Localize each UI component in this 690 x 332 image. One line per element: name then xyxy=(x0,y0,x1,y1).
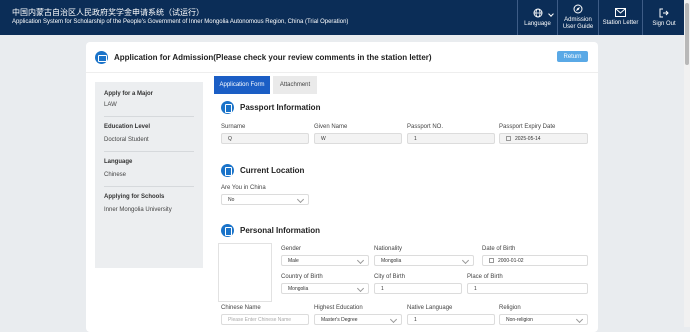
place-birth-field[interactable]: 1 xyxy=(467,283,588,294)
passport-section-title: Passport Information xyxy=(240,103,321,112)
education-value: Master's Degree xyxy=(321,316,358,323)
education-level-value: Doctoral Student xyxy=(104,137,149,143)
mail-icon xyxy=(615,8,626,17)
chinese-name-placeholder: Please Enter Chinese Name xyxy=(228,316,292,323)
surname-label: Surname xyxy=(221,124,246,130)
personal-section-title: Personal Information xyxy=(240,226,321,235)
in-china-value: No xyxy=(228,196,235,203)
city-birth-value: 1 xyxy=(381,285,384,292)
passport-no-field[interactable]: 1 xyxy=(407,133,495,144)
system-title-en: Application System for Scholarship of th… xyxy=(12,19,349,25)
divider xyxy=(104,116,194,117)
gender-value: Male xyxy=(288,257,299,264)
place-birth-label: Place of Birth xyxy=(467,274,503,280)
photo-upload[interactable] xyxy=(218,243,272,302)
gender-label: Gender xyxy=(281,246,302,252)
title-divider xyxy=(86,72,598,73)
language-label: Language xyxy=(524,20,551,27)
chevron-down-icon xyxy=(356,256,365,265)
guide-label-1: Admission xyxy=(564,17,592,23)
surname-field[interactable]: Q xyxy=(221,133,309,144)
chevron-down-icon xyxy=(461,256,470,265)
tab-application-form[interactable]: Application Form xyxy=(214,76,270,94)
personal-icon xyxy=(221,224,234,237)
language-value: Chinese xyxy=(104,172,127,178)
calendar-icon xyxy=(489,258,494,263)
major-label: Apply for a Major xyxy=(104,91,154,97)
top-header: 中国内蒙古自治区人民政府奖学金申请系统（试运行） Application Sys… xyxy=(0,0,684,35)
guide-label-2: User Guide xyxy=(562,24,594,30)
location-icon xyxy=(221,164,234,177)
sign-out-button[interactable]: Sign Out xyxy=(642,0,685,35)
chevron-down-icon xyxy=(575,315,584,324)
page-title: Application for Admission(Please check y… xyxy=(114,53,432,62)
native-language-label: Native Language xyxy=(407,305,453,311)
given-name-value: W xyxy=(321,135,326,142)
schools-label: Applying for Schools xyxy=(104,194,165,200)
passport-no-label: Passport NO. xyxy=(407,124,444,130)
education-label: Highest Education xyxy=(314,305,363,311)
passport-no-value: 1 xyxy=(414,135,417,142)
user-guide-button[interactable]: Admission User Guide xyxy=(557,0,598,35)
education-level-label: Education Level xyxy=(104,124,151,130)
native-language-field[interactable]: 1 xyxy=(407,314,495,325)
schools-value: Inner Mongolia University xyxy=(104,207,172,213)
sidebar-summary: Apply for a Major LAW Education Level Do… xyxy=(95,82,203,268)
passport-expiry-label: Passport Expiry Date xyxy=(499,124,556,130)
page-scrollbar[interactable] xyxy=(684,0,690,327)
tab-attachment[interactable]: Attachment xyxy=(273,76,317,94)
religion-value: Non-religion xyxy=(506,316,533,323)
location-section-title: Current Location xyxy=(240,166,305,175)
divider xyxy=(104,151,194,152)
system-title-cn: 中国内蒙古自治区人民政府奖学金申请系统（试运行） xyxy=(12,8,204,17)
passport-expiry-field[interactable]: 2025-05-14 xyxy=(499,133,588,144)
chinese-name-input[interactable]: Please Enter Chinese Name xyxy=(221,314,309,325)
place-birth-value: 1 xyxy=(474,285,477,292)
chevron-down-icon xyxy=(356,284,365,293)
calendar-icon xyxy=(506,136,511,141)
dob-value: 2000-01-02 xyxy=(498,257,524,264)
religion-select[interactable]: Non-religion xyxy=(499,314,588,325)
divider xyxy=(104,186,194,187)
passport-expiry-value: 2025-05-14 xyxy=(515,135,541,142)
nationality-select[interactable]: Mongolia xyxy=(374,255,474,266)
nationality-label: Nationality xyxy=(374,246,403,252)
language-button[interactable]: Language xyxy=(517,0,557,35)
station-letter-label: Station Letter xyxy=(602,20,639,26)
in-china-select[interactable]: No xyxy=(221,194,309,205)
given-name-field[interactable]: W xyxy=(314,133,402,144)
station-letter-button[interactable]: Station Letter xyxy=(598,0,642,35)
given-name-label: Given Name xyxy=(314,124,348,130)
logout-icon xyxy=(659,8,669,17)
passport-icon xyxy=(221,101,234,114)
country-birth-select[interactable]: Mongolia xyxy=(281,283,369,294)
native-language-value: 1 xyxy=(414,316,417,323)
language-label-side: Language xyxy=(104,159,133,165)
sign-out-label: Sign Out xyxy=(652,20,676,27)
chevron-down-icon xyxy=(389,315,398,324)
compass-icon xyxy=(573,4,583,14)
return-button[interactable]: Return xyxy=(557,51,588,62)
dob-label: Date of Birth xyxy=(482,246,516,252)
major-value: LAW xyxy=(104,102,117,108)
surname-value: Q xyxy=(228,135,232,142)
in-china-label: Are You in China xyxy=(221,185,266,191)
education-select[interactable]: Master's Degree xyxy=(314,314,402,325)
gender-select[interactable]: Male xyxy=(281,255,369,266)
city-birth-field[interactable]: 1 xyxy=(374,283,462,294)
chevron-down-icon xyxy=(296,195,305,204)
country-birth-value: Mongolia xyxy=(288,285,309,292)
country-birth-label: Country of Birth xyxy=(281,274,323,280)
dob-field[interactable]: 2000-01-02 xyxy=(482,255,588,266)
message-icon xyxy=(95,51,108,64)
religion-label: Religion xyxy=(499,305,521,311)
chinese-name-label: Chinese Name xyxy=(221,305,261,311)
city-birth-label: City of Birth xyxy=(374,274,406,280)
scrollbar-thumb[interactable] xyxy=(685,3,689,65)
globe-icon xyxy=(533,8,542,17)
nationality-value: Mongolia xyxy=(381,257,402,264)
